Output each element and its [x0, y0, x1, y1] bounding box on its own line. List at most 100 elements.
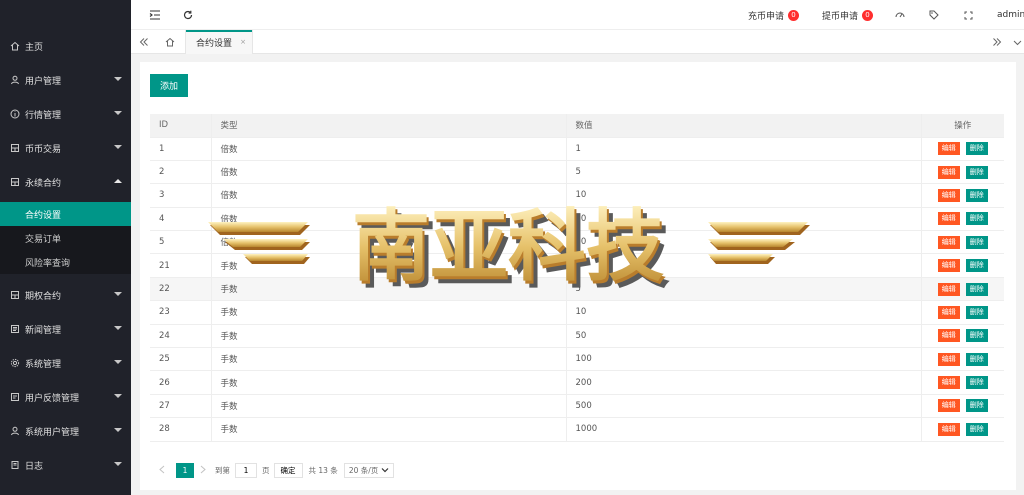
delete-button[interactable]: 删除 [965, 142, 988, 156]
tag-button[interactable] [929, 0, 939, 30]
sidebar-item-feedback[interactable]: 用户反馈管理 [0, 380, 131, 414]
cell-id: 21 [150, 253, 211, 278]
delete-button[interactable]: 删除 [965, 165, 988, 179]
tab-label: 合约设置 [196, 38, 233, 49]
collapse-sidebar-button[interactable] [149, 0, 161, 30]
cell-type: 手数 [210, 324, 566, 349]
edit-button[interactable]: 编辑 [937, 259, 960, 273]
delete-button[interactable]: 删除 [965, 188, 988, 202]
table-row: 4 倍数 20 编辑 删除 [150, 207, 1004, 232]
add-button[interactable]: 添加 [150, 74, 188, 97]
table-row: 22 手数 5 编辑 删除 [150, 277, 1004, 302]
cell-actions: 编辑 删除 [920, 277, 1004, 302]
sidebar-item-system-users[interactable]: 系统用户管理 [0, 414, 131, 448]
next-page-button[interactable] [199, 465, 207, 476]
sidebar-item-contract-settings[interactable]: 合约设置 [0, 202, 131, 226]
cell-actions: 编辑 删除 [920, 347, 1004, 372]
delete-button[interactable]: 删除 [965, 422, 988, 436]
delete-button[interactable]: 删除 [965, 305, 988, 319]
edit-button[interactable]: 编辑 [937, 329, 960, 343]
edit-button[interactable]: 编辑 [937, 142, 960, 156]
withdraw-requests-button[interactable]: 提币申请 0 [822, 0, 874, 30]
cell-type: 手数 [210, 370, 566, 395]
fullscreen-icon [964, 11, 973, 19]
user-icon [10, 75, 20, 85]
sidebar-item-perpetual[interactable]: 永续合约 [0, 165, 131, 199]
column-header-type: 类型 [210, 114, 566, 138]
chevron-down-icon [114, 394, 122, 398]
delete-button[interactable]: 删除 [965, 352, 988, 366]
user-menu[interactable]: admin [997, 0, 1024, 30]
sidebar-item-label: 日志 [25, 461, 44, 472]
delete-button[interactable]: 删除 [965, 235, 988, 249]
edit-button[interactable]: 编辑 [937, 305, 960, 319]
delete-button[interactable]: 删除 [965, 329, 988, 343]
goto-confirm-button[interactable]: 确定 [273, 462, 303, 478]
close-icon[interactable]: × [240, 38, 246, 46]
delete-button[interactable]: 删除 [965, 399, 988, 413]
edit-button[interactable]: 编辑 [937, 188, 960, 202]
chevron-down-icon [381, 468, 389, 473]
column-header-id: ID [150, 114, 211, 138]
cell-id: 3 [150, 183, 211, 208]
grid-icon [10, 290, 20, 300]
edit-button[interactable]: 编辑 [937, 235, 960, 249]
cell-value: 1 [565, 253, 921, 278]
tabs-menu-button[interactable] [1011, 30, 1024, 54]
sidebar-item-spot-trade[interactable]: 币币交易 [0, 131, 131, 165]
tabs-scroll-right-button[interactable] [988, 30, 1006, 54]
edit-button[interactable]: 编辑 [937, 352, 960, 366]
page-number-input[interactable] [235, 462, 257, 478]
table-row: 24 手数 50 编辑 删除 [150, 324, 1004, 349]
delete-button[interactable]: 删除 [965, 282, 988, 296]
delete-button[interactable]: 删除 [965, 212, 988, 226]
info-icon [10, 109, 20, 119]
edit-button[interactable]: 编辑 [937, 376, 960, 390]
edit-button[interactable]: 编辑 [937, 422, 960, 436]
sidebar-item-home[interactable]: 主页 [0, 29, 131, 63]
cell-value: 5 [565, 277, 921, 302]
main-panel: 添加 ID 类型 数值 操作 1 倍数 1 编辑 删除 2 倍数 5 编辑 删除 3 倍数 10 编辑 删除… [140, 62, 1016, 490]
cell-value: 10 [565, 183, 921, 208]
sidebar-item-options[interactable]: 期权合约 [0, 278, 131, 312]
sidebar-item-logs[interactable]: 日志 [0, 448, 131, 482]
withdraw-label: 提币申请 [822, 11, 859, 22]
sidebar-item-risk-query[interactable]: 风险率查询 [0, 250, 131, 274]
cell-value: 5 [565, 160, 921, 185]
cell-actions: 编辑 删除 [920, 253, 1004, 278]
sidebar-item-market[interactable]: 行情管理 [0, 97, 131, 131]
chevron-right-icon [200, 465, 206, 473]
delete-button[interactable]: 删除 [965, 259, 988, 273]
page-size-value: 20 条/页 [348, 465, 379, 475]
recharge-requests-button[interactable]: 充币申请 0 [748, 0, 800, 30]
edit-button[interactable]: 编辑 [937, 165, 960, 179]
recharge-label: 充币申请 [748, 11, 785, 22]
sidebar-item-trade-orders[interactable]: 交易订单 [0, 226, 131, 250]
refresh-button[interactable] [183, 0, 193, 30]
cell-type: 手数 [210, 300, 566, 325]
cell-value: 500 [565, 394, 921, 419]
cell-actions: 编辑 删除 [920, 417, 1004, 442]
tab-home[interactable] [161, 30, 179, 54]
edit-button[interactable]: 编辑 [937, 212, 960, 226]
sidebar-item-news[interactable]: 新闻管理 [0, 312, 131, 346]
tab-contract-settings[interactable]: 合约设置 × [185, 30, 253, 54]
theme-button[interactable] [895, 0, 905, 30]
tag-icon [929, 10, 939, 20]
tabs-scroll-left-button[interactable] [135, 30, 153, 54]
current-page[interactable]: 1 [176, 462, 194, 478]
chevron-down-icon [114, 462, 122, 466]
fullscreen-button[interactable] [964, 0, 973, 30]
edit-button[interactable]: 编辑 [937, 282, 960, 296]
table-row: 21 手数 1 编辑 删除 [150, 253, 1004, 278]
edit-button[interactable]: 编辑 [937, 399, 960, 413]
withdraw-count-badge: 0 [862, 9, 874, 21]
home-icon [165, 37, 175, 47]
cell-value: 10 [565, 300, 921, 325]
sidebar-item-users[interactable]: 用户管理 [0, 63, 131, 97]
sidebar-item-system[interactable]: 系统管理 [0, 346, 131, 380]
contract-settings-table: ID 类型 数值 操作 1 倍数 1 编辑 删除 2 倍数 5 编辑 删除 3 倍数 10 编辑 删除 4 倍数… [150, 114, 1004, 442]
page-size-select[interactable]: 20 条/页 [343, 462, 395, 478]
prev-page-button[interactable] [158, 465, 166, 476]
delete-button[interactable]: 删除 [965, 376, 988, 390]
